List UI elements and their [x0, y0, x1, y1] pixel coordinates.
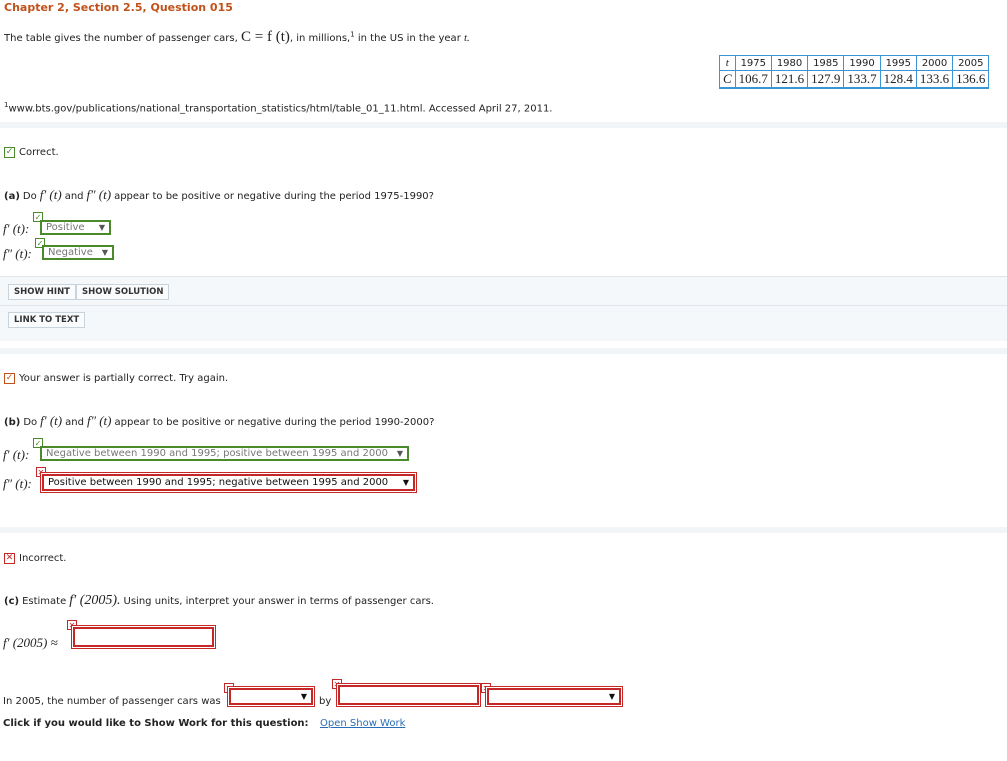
- cross-icon: ✕: [4, 553, 15, 564]
- part-a-status-text: Correct.: [19, 147, 59, 158]
- table-cell: 2005: [952, 55, 990, 71]
- check-icon: ✓: [4, 147, 15, 158]
- table-row-years: t 1975 1980 1985 1990 1995 2000 2005: [719, 55, 990, 71]
- part-a-fpp: f″ (t): [86, 187, 112, 202]
- change-amount-input[interactable]: [338, 685, 479, 705]
- part-a-fp-value: Positive: [46, 222, 85, 233]
- part-c-question: (c) Estimate f′ (2005). Using units, int…: [4, 593, 434, 609]
- part-a-do: Do: [22, 191, 37, 202]
- open-show-work-link[interactable]: Open Show Work: [320, 718, 405, 729]
- show-work-prompt: Click if you would like to Show Work for…: [3, 718, 309, 729]
- table-cell: 128.4: [879, 70, 917, 89]
- part-c-status: ✕ Incorrect.: [4, 553, 66, 564]
- section-divider: [0, 348, 1007, 354]
- part-c-math: f′ (2005).: [69, 593, 121, 608]
- part-b-label: (b): [4, 417, 21, 428]
- part-a-fpp-select[interactable]: Negative ▼: [42, 245, 114, 260]
- table-cell: 1980: [770, 55, 809, 71]
- part-b-status: ✓ Your answer is partially correct. Try …: [4, 373, 228, 384]
- table-cell: 133.7: [843, 70, 881, 89]
- part-c-status-text: Incorrect.: [19, 553, 67, 564]
- part-c-rest: Using units, interpret your answer in te…: [123, 596, 434, 607]
- table-cell: 2000: [915, 55, 954, 71]
- part-a-fp: f′ (t): [39, 187, 62, 202]
- table-label-t: t: [719, 55, 736, 71]
- chevron-down-icon: ▼: [608, 692, 615, 701]
- intro-prefix: The table gives the number of passenger …: [4, 33, 238, 44]
- chevron-down-icon: ▼: [101, 248, 108, 257]
- part-a-fp-label: f′ (t):: [3, 221, 30, 236]
- intro-suffix: in the US in the year: [357, 33, 461, 44]
- part-b-fpp-label: f″ (t):: [3, 476, 32, 491]
- part-a-status: ✓ Correct.: [4, 147, 59, 158]
- table-cell: 136.6: [952, 70, 990, 89]
- partial-check-icon: ✓: [4, 373, 15, 384]
- chevron-down-icon: ▼: [98, 223, 105, 232]
- derivative-estimate-input[interactable]: [73, 627, 214, 647]
- part-a-rest: appear to be positive or negative during…: [114, 191, 434, 202]
- change-direction-select[interactable]: ▼: [229, 688, 313, 705]
- intro-mid: , in millions,: [289, 33, 351, 44]
- part-b-fpp-value: Positive between 1990 and 1995; negative…: [48, 477, 389, 488]
- part-a-and: and: [64, 191, 84, 202]
- part-b-fp: f′ (t): [40, 413, 63, 428]
- part-a-fp-select[interactable]: Positive ▼: [40, 220, 111, 235]
- part-b-fpp-select[interactable]: Positive between 1990 and 1995; negative…: [42, 474, 415, 491]
- intro-var: t.: [464, 32, 470, 44]
- footnote: 1www.bts.gov/publications/national_trans…: [4, 101, 552, 114]
- show-hint-button[interactable]: SHOW HINT: [8, 284, 76, 300]
- table-cell: 1995: [879, 55, 917, 71]
- footnote-text: www.bts.gov/publications/national_transp…: [8, 103, 553, 115]
- section-divider: [0, 527, 1007, 533]
- section-divider: [0, 122, 1007, 128]
- data-table: t 1975 1980 1985 1990 1995 2000 2005 C 1…: [719, 55, 990, 89]
- chevron-down-icon: ▼: [402, 478, 409, 487]
- table-cell: 127.9: [807, 70, 845, 89]
- part-b-do: Do: [23, 417, 38, 428]
- chevron-down-icon: ▼: [300, 692, 307, 701]
- part-a-label: (a): [4, 191, 20, 202]
- sentence-prefix: In 2005, the number of passenger cars wa…: [3, 696, 221, 707]
- part-a-question: (a) Do f′ (t) and f″ (t) appear to be po…: [4, 187, 434, 203]
- table-cell: 1975: [734, 55, 772, 71]
- part-c-label: (c): [4, 596, 20, 607]
- show-solution-button[interactable]: SHOW SOLUTION: [76, 284, 170, 300]
- part-b-and: and: [65, 417, 84, 428]
- hint-divider: [0, 305, 1007, 306]
- table-cell: 106.7: [734, 70, 772, 89]
- link-to-text-button[interactable]: LINK TO TEXT: [8, 312, 86, 328]
- hint-bar: SHOW HINT SHOW SOLUTION LINK TO TEXT: [0, 276, 1007, 341]
- part-b-fp-select[interactable]: Negative between 1990 and 1995; positive…: [40, 446, 409, 461]
- table-cell: 121.6: [770, 70, 809, 89]
- question-title: Chapter 2, Section 2.5, Question 015: [4, 1, 233, 14]
- part-b-question: (b) Do f′ (t) and f″ (t) appear to be po…: [4, 413, 434, 429]
- part-b-fpp: f″ (t): [86, 413, 112, 428]
- table-row-values: C 106.7 121.6 127.9 133.7 128.4 133.6 13…: [719, 70, 990, 89]
- units-select[interactable]: ▼: [487, 688, 621, 705]
- table-cell: 1990: [843, 55, 881, 71]
- part-b-status-text: Your answer is partially correct. Try ag…: [19, 373, 229, 384]
- table-cell: 1985: [807, 55, 845, 71]
- by-label: by: [319, 696, 332, 707]
- intro-sup: 1: [350, 30, 355, 39]
- part-c-estimate: Estimate: [22, 596, 67, 607]
- part-a-fpp-label: f″ (t):: [3, 246, 32, 261]
- table-label-c: C: [719, 70, 736, 89]
- intro-math: C = f (t): [240, 29, 290, 45]
- part-b-fp-label: f′ (t):: [3, 447, 30, 462]
- chevron-down-icon: ▼: [396, 449, 403, 458]
- part-b-rest: appear to be positive or negative during…: [114, 417, 435, 428]
- intro-text: The table gives the number of passenger …: [4, 29, 470, 46]
- part-a-fpp-value: Negative: [48, 247, 93, 258]
- table-cell: 133.6: [915, 70, 954, 89]
- part-b-fp-value: Negative between 1990 and 1995; positive…: [46, 448, 388, 459]
- part-c-approx-label: f′ (2005) ≈: [3, 635, 58, 650]
